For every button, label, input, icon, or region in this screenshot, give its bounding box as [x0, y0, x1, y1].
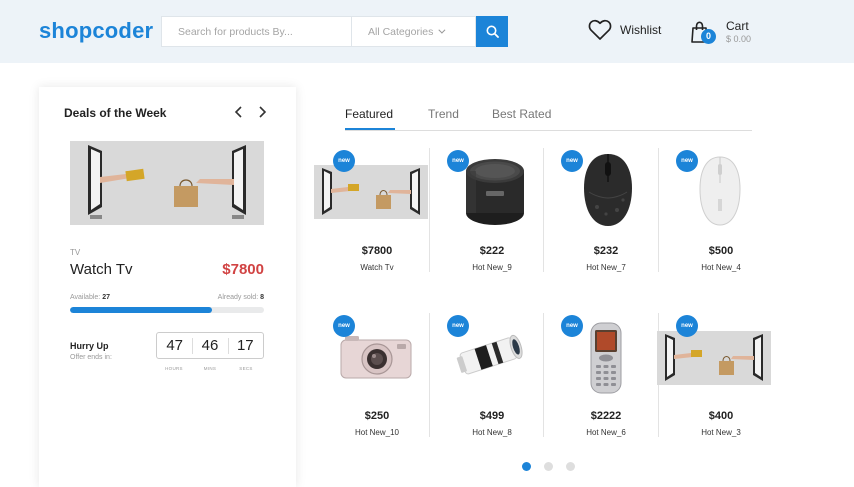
- deal-product-image[interactable]: [70, 141, 264, 225]
- online-shopping-image[interactable]: [314, 165, 428, 219]
- tab-best-rated[interactable]: Best Rated: [492, 107, 551, 121]
- timer-secs-label: SECS: [239, 366, 253, 371]
- camera-image[interactable]: [339, 334, 413, 380]
- new-badge: new: [333, 315, 355, 337]
- cart-button[interactable]: 0 Cart $ 0.00: [690, 17, 770, 49]
- active-tab-indicator: [345, 128, 395, 130]
- deal-category: TV: [70, 248, 81, 257]
- category-select[interactable]: All Categories: [351, 16, 476, 47]
- deal-available: Available: 27: [70, 294, 110, 301]
- new-badge: new: [333, 150, 355, 172]
- wishlist-label: Wishlist: [620, 23, 662, 37]
- new-badge: new: [561, 150, 583, 172]
- product-price: $2222: [590, 410, 622, 422]
- product-name[interactable]: Hot New_8: [435, 428, 549, 437]
- search-button[interactable]: [476, 16, 508, 47]
- product-divider: [429, 148, 430, 272]
- tab-trend[interactable]: Trend: [428, 107, 459, 121]
- lens-image[interactable]: [455, 330, 527, 378]
- product-tabs: Featured Trend Best Rated: [345, 107, 752, 131]
- wishlist-link[interactable]: Wishlist: [588, 19, 661, 41]
- carousel-dot[interactable]: [544, 462, 553, 471]
- timer-hours: 47: [166, 337, 183, 354]
- deals-of-week-card: Deals of the Week TV Watch Tv $7800 Avai…: [39, 87, 296, 487]
- timer-secs: 17: [227, 333, 263, 358]
- chevron-down-icon: [438, 26, 446, 34]
- header: shopcoder All Categories Wishlist 0 Cart…: [0, 0, 854, 63]
- online-shopping-image[interactable]: [657, 331, 771, 385]
- stock-progress-bar: [70, 307, 264, 313]
- countdown-timer: 47 46 17: [156, 332, 264, 359]
- chevron-right-icon[interactable]: [255, 105, 269, 119]
- product-price: $250: [364, 410, 390, 422]
- product-name[interactable]: Hot New_3: [664, 428, 778, 437]
- product-name[interactable]: Hot New_7: [549, 263, 663, 272]
- logo[interactable]: shopcoder: [39, 18, 153, 44]
- stock-progress-fill: [70, 307, 212, 313]
- deal-sold: Already sold: 8: [217, 294, 264, 301]
- product-name[interactable]: Hot New_4: [664, 263, 778, 272]
- chevron-left-icon[interactable]: [232, 105, 246, 119]
- search-input[interactable]: [161, 16, 351, 47]
- new-badge: new: [676, 150, 698, 172]
- white-mouse-image[interactable]: [698, 155, 742, 227]
- tab-featured[interactable]: Featured: [345, 107, 393, 121]
- timer-hours-label: HOURS: [165, 366, 183, 371]
- product-divider: [543, 148, 544, 272]
- phone-image[interactable]: [589, 321, 623, 395]
- deal-price: $7800: [222, 261, 264, 278]
- carousel-dot[interactable]: [566, 462, 575, 471]
- product-price: $500: [708, 245, 734, 257]
- deal-product-name[interactable]: Watch Tv: [70, 261, 133, 278]
- cart-count-badge: 0: [701, 29, 716, 44]
- new-badge: new: [676, 315, 698, 337]
- new-badge: new: [447, 150, 469, 172]
- product-name[interactable]: Hot New_10: [320, 428, 434, 437]
- search-icon: [486, 25, 499, 38]
- carousel-dot[interactable]: [522, 462, 531, 471]
- product-price: $499: [479, 410, 505, 422]
- cart-amount: $ 0.00: [726, 34, 752, 44]
- offer-ends-label: Offer ends in:: [70, 354, 112, 361]
- product-divider: [658, 148, 659, 272]
- product-price: $400: [708, 410, 734, 422]
- category-select-label: All Categories: [368, 25, 434, 38]
- timer-labels: HOURS MINS SECS: [156, 366, 264, 371]
- cart-label: Cart: [726, 19, 749, 33]
- speaker-image[interactable]: [460, 155, 530, 229]
- timer-mins: 46: [192, 333, 227, 358]
- heart-icon: [588, 19, 612, 40]
- carousel-pagination: [522, 462, 588, 471]
- product-divider: [429, 313, 430, 437]
- product-name[interactable]: Hot New_9: [435, 263, 549, 272]
- mouse-image[interactable]: [581, 152, 635, 228]
- product-name[interactable]: Watch Tv: [320, 263, 434, 272]
- product-price: $232: [593, 245, 619, 257]
- new-badge: new: [447, 315, 469, 337]
- search-bar: All Categories: [161, 16, 508, 47]
- product-price: $222: [479, 245, 505, 257]
- hurry-up-label: Hurry Up: [70, 341, 109, 351]
- product-price: $7800: [361, 245, 393, 257]
- new-badge: new: [561, 315, 583, 337]
- timer-mins-label: MINS: [203, 366, 217, 371]
- product-divider: [543, 313, 544, 437]
- product-name[interactable]: Hot New_6: [549, 428, 663, 437]
- deals-title: Deals of the Week: [64, 106, 167, 120]
